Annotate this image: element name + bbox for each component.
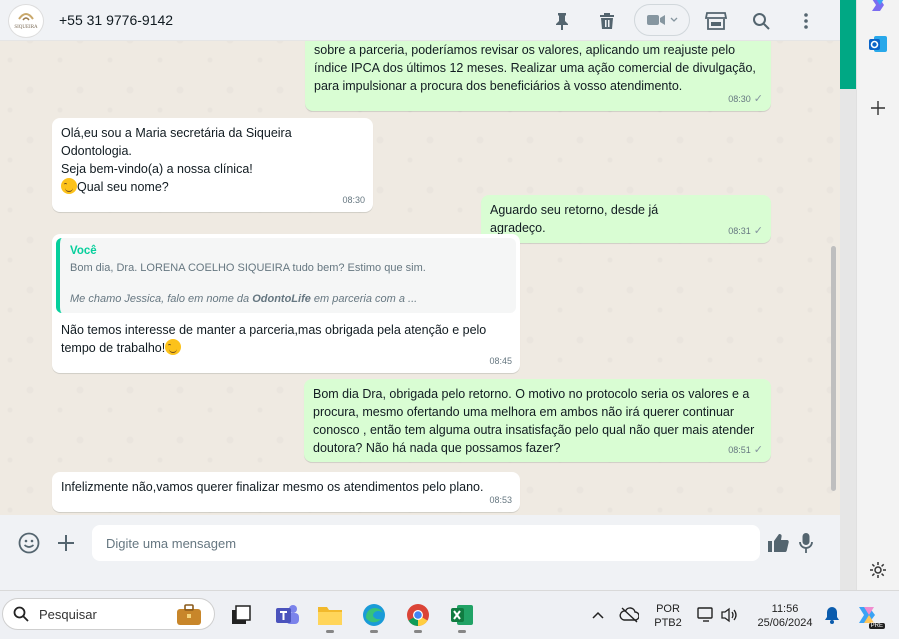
- excel-icon[interactable]: [448, 601, 476, 633]
- message-text: Olá,eu sou a Maria secretária da Siqueir…: [61, 126, 292, 158]
- message-outgoing[interactable]: Aguardo seu retorno, desde já agradeço. …: [481, 195, 771, 243]
- scrollbar-accent: [840, 0, 856, 89]
- message-incoming-reply[interactable]: Você Bom dia, Dra. LORENA COELHO SIQUEIR…: [52, 234, 520, 373]
- message-incoming[interactable]: Olá,eu sou a Maria secretária da Siqueir…: [52, 118, 373, 212]
- shop-icon[interactable]: [704, 9, 728, 33]
- trash-icon[interactable]: [595, 9, 619, 33]
- chevron-up-icon[interactable]: [586, 601, 610, 629]
- video-call-icon: [647, 15, 665, 25]
- menu-icon[interactable]: [794, 9, 818, 33]
- message-text: para impulsionar a procura dos beneficiá…: [314, 79, 683, 93]
- edge-browser-icon[interactable]: [360, 601, 388, 633]
- preview-badge: PRE: [868, 623, 885, 629]
- chrome-icon[interactable]: [404, 601, 432, 633]
- language-indicator[interactable]: POR PTB2: [650, 602, 686, 630]
- search-icon[interactable]: [749, 9, 773, 33]
- emoji-icon[interactable]: [16, 530, 42, 556]
- attach-plus-icon[interactable]: [53, 530, 79, 556]
- add-icon[interactable]: [867, 97, 889, 119]
- message-text: Não temos interesse de manter a parceria…: [61, 323, 487, 337]
- clock[interactable]: 11:56 25/06/2024: [752, 602, 818, 630]
- message-text: Infelizmente não,vamos querer finalizar …: [61, 480, 484, 494]
- quote-text: Bom dia, Dra. LORENA COELHO SIQUEIRA tud…: [70, 262, 426, 274]
- svg-text:SIQUEIRA: SIQUEIRA: [14, 25, 38, 30]
- volume-icon[interactable]: [717, 601, 741, 629]
- network-icon[interactable]: [694, 601, 718, 629]
- notification-bell-icon[interactable]: [820, 601, 844, 629]
- briefcase-icon[interactable]: [175, 601, 203, 629]
- contact-name[interactable]: +55 31 9776-9142: [59, 12, 173, 28]
- message-time: 08:31 ✓: [728, 222, 763, 240]
- settings-gear-icon[interactable]: [867, 559, 889, 581]
- message-outgoing[interactable]: Bom dia Dra, obrigada pelo retorno. O mo…: [304, 379, 771, 462]
- microphone-icon[interactable]: [793, 530, 819, 556]
- running-indicator: [370, 630, 378, 633]
- message-list[interactable]: sobre a parceria, poderíamos revisar os …: [0, 41, 840, 515]
- windows-taskbar: Pesquisar POR PTB2 11:56 25/06/2024 PRE: [0, 590, 899, 639]
- cloud-offline-icon[interactable]: [617, 601, 641, 629]
- clock-date: 25/06/2024: [757, 617, 813, 629]
- window-bottom: [0, 573, 840, 590]
- scrollbar-thumb[interactable]: [831, 246, 836, 491]
- copilot-preview-icon[interactable]: PRE: [853, 601, 885, 629]
- message-composer: [0, 515, 840, 573]
- message-text: Bom dia Dra, obrigada pelo retorno. O mo…: [313, 387, 750, 401]
- read-tick-icon: ✓: [753, 93, 763, 105]
- message-text: conosco , então tem alguma outra insatis…: [313, 423, 755, 437]
- message-time: 08:45: [489, 356, 512, 366]
- message-time: 08:30 ✓: [728, 90, 763, 108]
- message-text: sobre a parceria, poderíamos revisar os …: [314, 43, 736, 57]
- outlook-icon[interactable]: [867, 33, 889, 55]
- thumbs-up-icon[interactable]: [765, 530, 791, 556]
- running-indicator: [414, 630, 422, 633]
- smiling-emoji-icon: [61, 178, 77, 194]
- teams-icon[interactable]: [273, 601, 301, 629]
- clock-time: 11:56: [771, 603, 799, 615]
- message-text: procura, mesmo ofertando uma melhora em …: [313, 405, 735, 419]
- message-time: 08:53: [489, 495, 512, 505]
- message-text: Seja bem-vindo(a) a nossa clínica!: [61, 162, 253, 176]
- search-icon: [13, 606, 29, 622]
- quote-author: Você: [70, 245, 97, 257]
- message-text: tempo de trabalho!: [61, 341, 166, 355]
- edge-sidebar: [856, 0, 899, 590]
- message-outgoing[interactable]: sobre a parceria, poderíamos revisar os …: [305, 41, 771, 111]
- file-explorer-icon[interactable]: [316, 601, 344, 633]
- chat-header: SIQUEIRA +55 31 9776-9142: [0, 0, 840, 41]
- pin-icon[interactable]: [550, 9, 574, 33]
- smiling-emoji-icon: [165, 339, 182, 355]
- message-incoming[interactable]: Infelizmente não,vamos querer finalizar …: [52, 472, 520, 512]
- message-text: Qual seu nome?: [77, 180, 169, 194]
- read-tick-icon: ✓: [753, 225, 763, 237]
- quote-text-line2: Me chamo Jessica, falo em nome da Odonto…: [70, 293, 418, 305]
- message-text: Aguardo seu retorno, desde já agradeço.: [490, 203, 659, 235]
- whatsapp-window: SIQUEIRA +55 31 9776-9142 sobre a parcer…: [0, 0, 840, 590]
- quoted-message[interactable]: Você Bom dia, Dra. LORENA COELHO SIQUEIR…: [56, 238, 516, 313]
- running-indicator: [458, 630, 466, 633]
- task-view-icon[interactable]: [227, 601, 255, 629]
- siqueira-logo-icon: SIQUEIRA: [14, 13, 38, 30]
- video-call-button[interactable]: [634, 4, 690, 36]
- message-text: doutora? Não há nada que possamos fazer?: [313, 441, 561, 455]
- message-input[interactable]: [92, 525, 760, 561]
- message-time: 08:30: [342, 195, 365, 205]
- chevron-down-icon: [670, 17, 678, 22]
- contact-avatar[interactable]: SIQUEIRA: [8, 4, 44, 38]
- message-text: índice IPCA dos últimos 12 meses. Realiz…: [314, 61, 756, 75]
- message-time: 08:51 ✓: [728, 441, 763, 459]
- read-tick-icon: ✓: [753, 444, 763, 456]
- search-label: Pesquisar: [39, 606, 97, 622]
- copilot-icon[interactable]: [867, 0, 889, 16]
- running-indicator: [326, 630, 334, 633]
